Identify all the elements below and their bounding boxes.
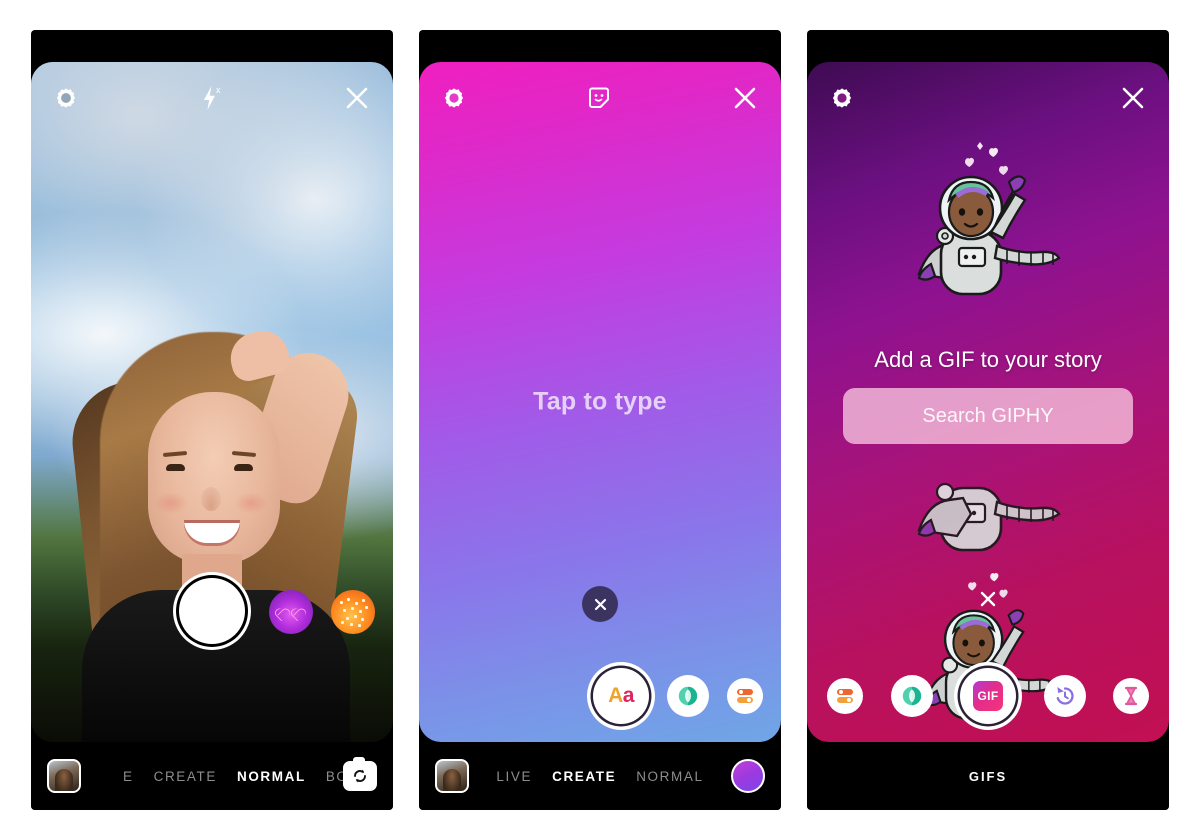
mode-normal[interactable]: NORMAL — [237, 769, 306, 784]
create-topbar — [419, 76, 781, 120]
phone-camera: x E CREATE NORMAL B — [31, 30, 393, 810]
close-icon[interactable] — [731, 84, 759, 112]
color-picker-tool[interactable] — [890, 675, 933, 717]
gif-screen: Add a GIF to your story Search GIPHY GIF — [807, 62, 1169, 742]
create-screen: Tap to type Aa — [419, 62, 781, 742]
gif-modebar: GIFS — [807, 742, 1169, 810]
create-tool-row: Aa — [419, 668, 781, 724]
camera-screen: x — [31, 62, 393, 742]
color-picker-tool[interactable] — [667, 675, 709, 717]
gifs-label: GIFS — [968, 768, 1008, 784]
gif-headline: Add a GIF to your story — [874, 347, 1102, 372]
camera-mode-list: E CREATE NORMAL BOOMERAN — [81, 769, 343, 784]
camera-topbar: x — [31, 76, 393, 120]
mode-boomerang[interactable]: BOOMERAN — [326, 769, 343, 784]
mode-normal[interactable]: NORMAL — [636, 769, 703, 784]
text-tool[interactable]: Aa — [593, 668, 649, 724]
gif-tool-row: GIF — [807, 668, 1169, 724]
effects-tool[interactable] — [827, 678, 863, 714]
gear-icon[interactable] — [441, 85, 467, 111]
phone-gif: Add a GIF to your story Search GIPHY GIF… — [807, 30, 1169, 810]
close-icon[interactable] — [343, 84, 371, 112]
mode-live[interactable]: LIVE — [496, 769, 532, 784]
shutter-button[interactable] — [179, 578, 245, 644]
search-giphy-button[interactable]: Search GIPHY — [843, 388, 1133, 444]
camera-subject-photo — [62, 182, 362, 742]
dismiss-text-button[interactable] — [582, 586, 618, 622]
phone-create: Tap to type Aa LIVE CREATE NORMAL — [419, 30, 781, 810]
tap-to-type-placeholder[interactable]: Tap to type — [419, 388, 781, 417]
mode-create[interactable]: CREATE — [154, 769, 217, 784]
close-icon[interactable] — [1119, 84, 1147, 112]
screenshot-stage: x E CREATE NORMAL B Tap to type Aa LIVE … — [0, 0, 1200, 840]
effects-tool[interactable] — [727, 678, 763, 714]
camera-flip-icon[interactable] — [343, 757, 377, 791]
mode-e[interactable]: E — [123, 769, 134, 784]
flash-off-icon[interactable]: x — [197, 83, 225, 113]
gear-icon[interactable] — [53, 85, 79, 111]
create-modebar: LIVE CREATE NORMAL — [419, 742, 781, 810]
heart-glasses-filter[interactable] — [269, 590, 313, 634]
sticker-face-icon[interactable] — [586, 85, 612, 111]
confetti-filter[interactable] — [331, 590, 375, 634]
gallery-thumbnail[interactable] — [435, 759, 469, 793]
gear-icon[interactable] — [829, 85, 855, 111]
svg-text:x: x — [216, 85, 221, 95]
gallery-thumbnail[interactable] — [47, 759, 81, 793]
dismiss-gif-button[interactable] — [970, 581, 1006, 617]
filter-carousel — [269, 590, 375, 634]
text-tool-label: Aa — [608, 684, 634, 707]
gif-tool-label: GIF — [973, 681, 1003, 711]
gif-tool[interactable]: GIF — [960, 668, 1016, 724]
gif-topbar — [807, 76, 1169, 120]
camera-modebar: E CREATE NORMAL BOOMERAN — [31, 742, 393, 810]
timer-tool[interactable] — [1113, 678, 1149, 714]
create-mode-list: LIVE CREATE NORMAL — [469, 769, 731, 784]
astronaut-hearts-gif — [917, 142, 1061, 296]
rewind-tool[interactable] — [1043, 675, 1086, 717]
gradient-avatar[interactable] — [731, 759, 765, 793]
mode-create[interactable]: CREATE — [552, 769, 616, 784]
